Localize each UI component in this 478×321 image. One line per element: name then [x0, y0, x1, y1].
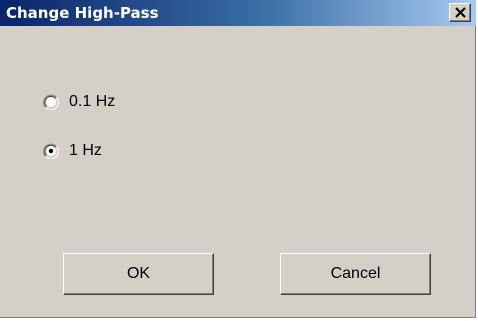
radio-option-0-1-hz[interactable]: 0.1 Hz	[43, 92, 115, 112]
ok-button[interactable]: OK	[63, 253, 214, 295]
radio-option-1-hz[interactable]: 1 Hz	[43, 141, 102, 161]
dialog-window: Change High-Pass 0.1 Hz 1 Hz OK Cancel	[0, 0, 476, 318]
close-button[interactable]	[449, 3, 471, 22]
radio-selected-icon[interactable]	[43, 143, 59, 159]
dialog-title: Change High-Pass	[6, 4, 159, 22]
radio-label: 1 Hz	[69, 142, 102, 159]
radio-label: 0.1 Hz	[69, 93, 116, 110]
title-bar[interactable]: Change High-Pass	[0, 0, 476, 26]
radio-unselected-icon[interactable]	[43, 94, 59, 110]
close-icon	[455, 7, 466, 18]
cancel-button[interactable]: Cancel	[280, 253, 431, 295]
